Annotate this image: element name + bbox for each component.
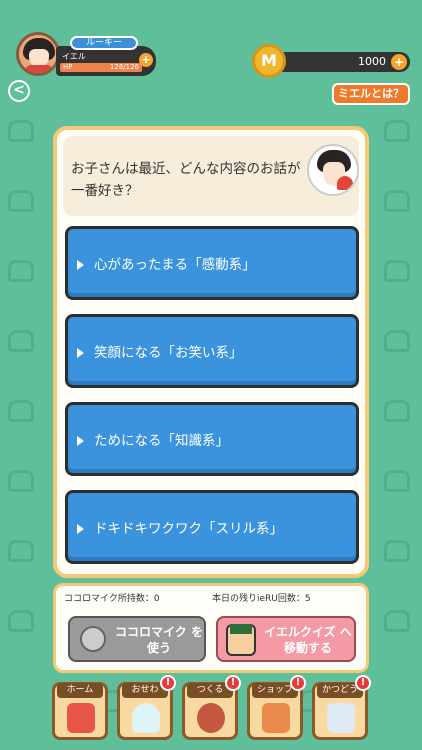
remaining-count-text: 本日の残りieRU回数：5 [212,594,311,604]
coin-count: 1000 [358,55,386,68]
use-mic-button[interactable]: ココロマイク を使う [68,616,206,662]
answer-label: 笑顔になる「お笑い系」 [94,345,243,361]
answer-label: ドキドキワクワク「スリル系」 [94,521,283,537]
mic-count-text: ココロマイク所持数：0 [64,594,160,604]
answer-button-1[interactable]: 心があったまる「感動系」 [65,226,359,300]
triangle-bullet-icon [77,436,84,446]
answer-label: ためになる「知識系」 [94,433,229,449]
back-button[interactable]: < [8,80,30,102]
coin-plus-button[interactable]: + [391,54,407,70]
shop-icon [262,703,290,733]
go-to-quiz-button[interactable]: イエルクイズ へ移動する [216,616,356,662]
answer-button-4[interactable]: ドキドキワクワク「スリル系」 [65,490,359,564]
family-label: イエル [62,52,86,61]
microphone-icon [80,626,106,652]
activity-icon [327,703,355,733]
notification-badge: ! [225,675,241,691]
nav-create[interactable]: つくる ! [182,675,241,740]
character-avatar-icon [307,144,359,196]
answer-button-3[interactable]: ためになる「知識系」 [65,402,359,476]
triangle-bullet-icon [77,524,84,534]
hp-plus-button[interactable]: + [139,53,153,67]
triangle-bullet-icon [77,260,84,270]
nav-home[interactable]: ホーム [52,682,108,740]
nav-care[interactable]: おせわ ! [117,675,176,740]
answer-button-2[interactable]: 笑顔になる「お笑い系」 [65,314,359,388]
mic-button-label: ココロマイク を使う [115,625,203,655]
triangle-bullet-icon [77,348,84,358]
notification-badge: ! [290,675,306,691]
notification-badge: ! [355,675,371,691]
user-name-badge: ルーキー [70,36,138,50]
coin-icon: M [252,44,286,78]
food-icon [197,703,225,733]
nav-home-label: ホーム [57,683,103,698]
nav-shop[interactable]: ショップ ! [247,675,306,740]
question-box: お子さんは最近、どんな内容のお話が一番好き？ [63,136,359,216]
question-text: お子さんは最近、どんな内容のお話が一番好き？ [71,161,301,199]
action-panel: ココロマイク所持数：0 本日の残りieRU回数：5 ココロマイク を使う イエル… [53,583,369,673]
question-panel: お子さんは最近、どんな内容のお話が一番好き？ 心があったまる「感動系」 笑顔にな… [53,126,369,578]
quiz-button-label: イエルクイズ へ移動する [264,625,352,655]
hp-value: 126/126 [109,63,139,71]
user-avatar[interactable] [16,32,60,76]
ghost-icon [132,703,160,733]
notification-badge: ! [160,675,176,691]
quiz-character-icon [226,624,256,656]
top-status-bar: イエル HP 126/126 ルーキー + M 1000 + < ミエルとは？ [0,0,422,110]
hp-label: HP [63,63,73,71]
answer-label: 心があったまる「感動系」 [94,257,256,273]
hp-bar: HP 126/126 [60,63,142,72]
about-mieru-button[interactable]: ミエルとは？ [332,83,410,105]
nav-activity[interactable]: かつどう ! [312,675,371,740]
house-icon [67,703,95,733]
